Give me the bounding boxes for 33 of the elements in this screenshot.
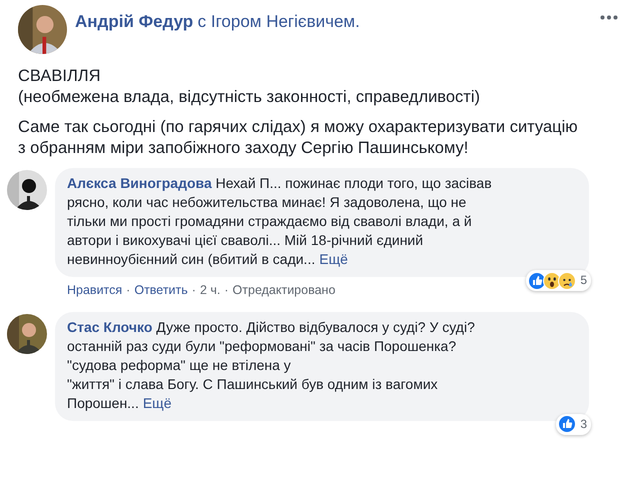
separator-dot: ·	[224, 282, 229, 299]
separator-dot: ·	[192, 282, 196, 299]
comment-text: "судова реформа" ще не втілена у	[67, 356, 291, 375]
comment-text: автори і викохувачі цієї сваволі... Мій 18-річний єдиний	[67, 231, 424, 250]
comment-text: рясно, коли час небожительства минає! Я задоволена, що не	[67, 193, 466, 212]
reactions-summary[interactable]: 5	[526, 270, 591, 291]
post-text: Саме так сьогодні (по гарячих слідах) я можу охарактеризувати ситуацію з обранням міри запобіжного заходу Сергію Пашинському!	[18, 118, 578, 157]
comment-text: Нехай П... пожинає плоди того, що засівав	[216, 175, 492, 191]
see-more-link[interactable]: Ещё	[142, 394, 172, 413]
post-text: (необмежена влада, відсутність законності, справедливості)	[18, 88, 480, 106]
reaction-count: 3	[580, 416, 587, 433]
comment-text: Дуже просто. Дійство відбувалося у суді? У суді?	[156, 318, 475, 335]
comment-text: "життя" і слава Богу. С Пашинський був одним із вагомих	[67, 374, 438, 394]
crying-face-icon	[558, 272, 576, 290]
more-options-icon[interactable]	[600, 15, 618, 20]
commenter-name[interactable]: Алєкса Виноградова	[67, 175, 212, 191]
action-link[interactable]: Ответить	[134, 281, 188, 300]
reactions-summary[interactable]: 3	[556, 414, 591, 435]
comment-text: невинноубієнний син (вбитий в сади...	[67, 250, 316, 269]
like-icon	[558, 415, 576, 434]
reaction-count: 5	[580, 272, 587, 289]
author-name[interactable]: Андрій Федур	[75, 12, 194, 31]
comment-text: останній раз суди були "реформовані" за часів Порошенка?	[67, 336, 456, 356]
action-link[interactable]: Нравится	[67, 281, 122, 300]
separator-dot: ·	[126, 282, 130, 299]
see-more-link[interactable]: Ещё	[319, 250, 348, 269]
comment-meta: Отредактировано	[232, 282, 336, 299]
comment-meta: 2 ч.	[200, 282, 220, 299]
tagged-people: с Ігором Негієвичем.	[198, 12, 360, 31]
comment-text: тільки ми прості громадяни страждаємо від сваволі влади, а й	[67, 212, 472, 231]
comment-text: Порошен...	[67, 394, 139, 413]
commenter-name[interactable]: Стас Клочко	[67, 318, 152, 335]
post-text: СВАВІЛЛЯ	[18, 67, 101, 85]
